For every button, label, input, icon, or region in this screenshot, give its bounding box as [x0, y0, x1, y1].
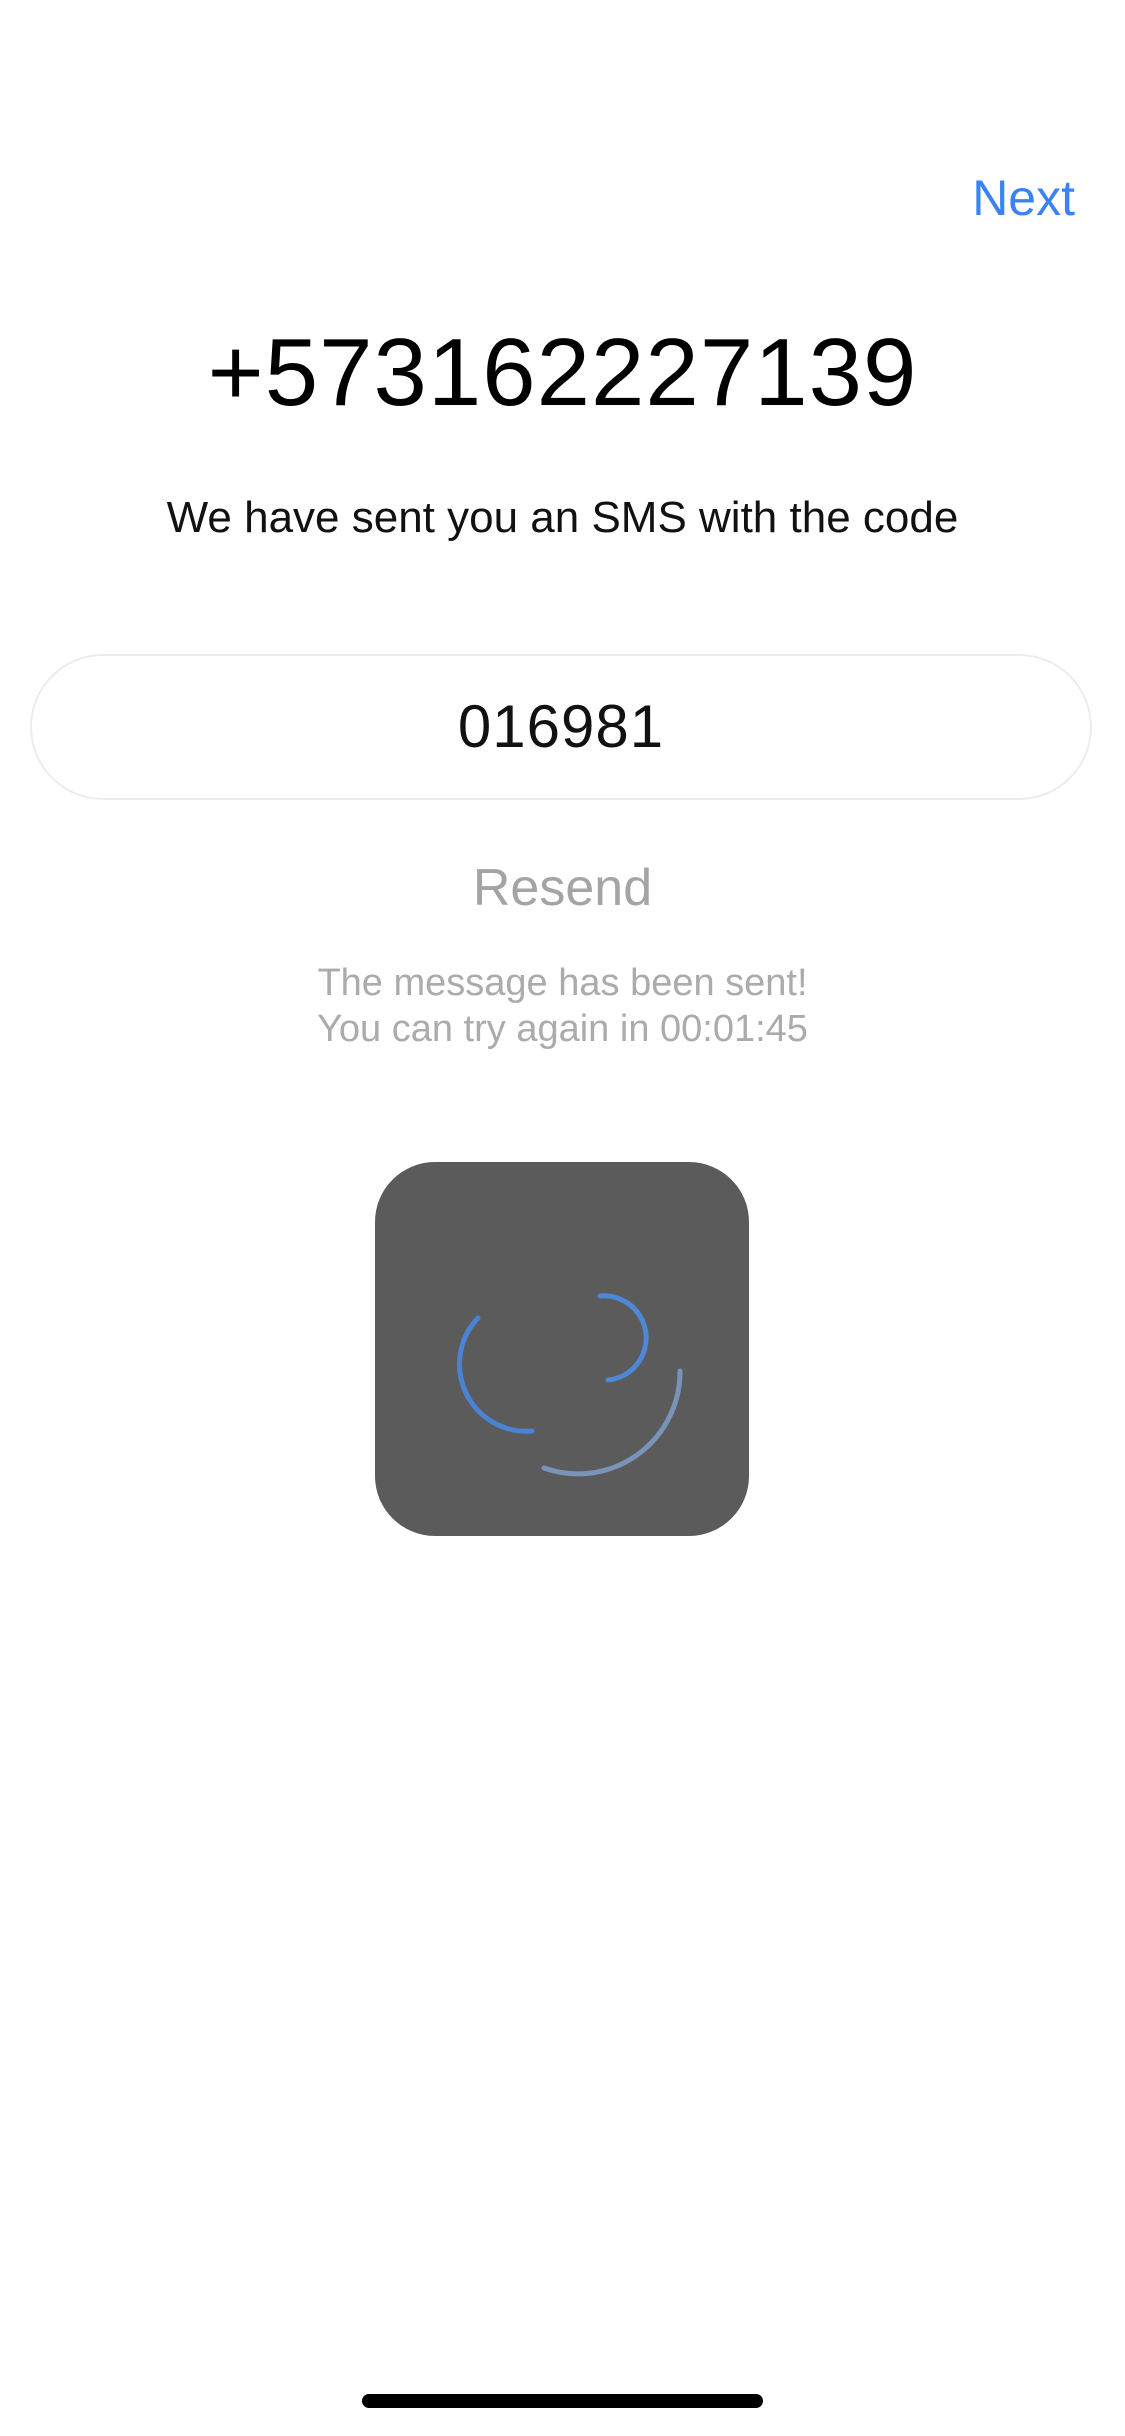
resend-info: The message has been sent! You can try a…: [0, 960, 1125, 1052]
message-sent-text: The message has been sent!: [317, 962, 808, 1004]
loading-overlay: [375, 1162, 749, 1536]
sms-sent-subtitle: We have sent you an SMS with the code: [166, 493, 959, 542]
code-value: 016981: [457, 693, 665, 760]
resend-button[interactable]: Resend: [0, 856, 1125, 920]
phone-number: +573162227139: [207, 319, 918, 426]
retry-countdown-text: You can try again in 00:01:45: [317, 1008, 808, 1050]
spinner-icon: [457, 1293, 683, 1477]
code-input[interactable]: 016981: [30, 654, 1092, 800]
home-indicator[interactable]: [362, 2394, 763, 2408]
next-button[interactable]: Next: [972, 168, 1075, 228]
